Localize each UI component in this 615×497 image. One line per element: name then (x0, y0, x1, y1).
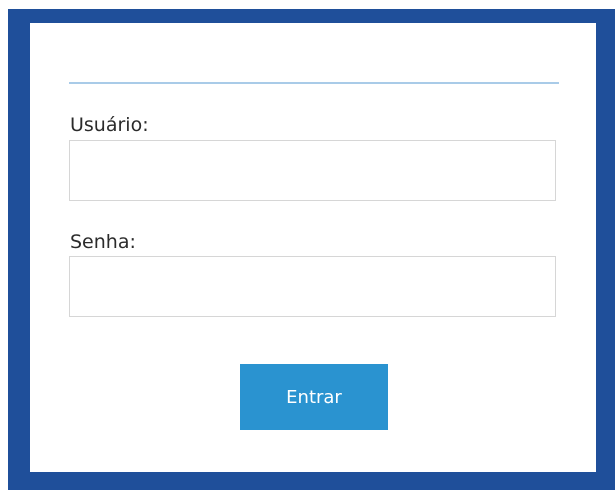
password-label: Senha: (70, 231, 136, 253)
login-button[interactable]: Entrar (240, 364, 388, 430)
username-input[interactable] (69, 140, 556, 201)
header-divider (69, 82, 559, 84)
username-label: Usuário: (70, 114, 149, 136)
password-input[interactable] (69, 256, 556, 317)
